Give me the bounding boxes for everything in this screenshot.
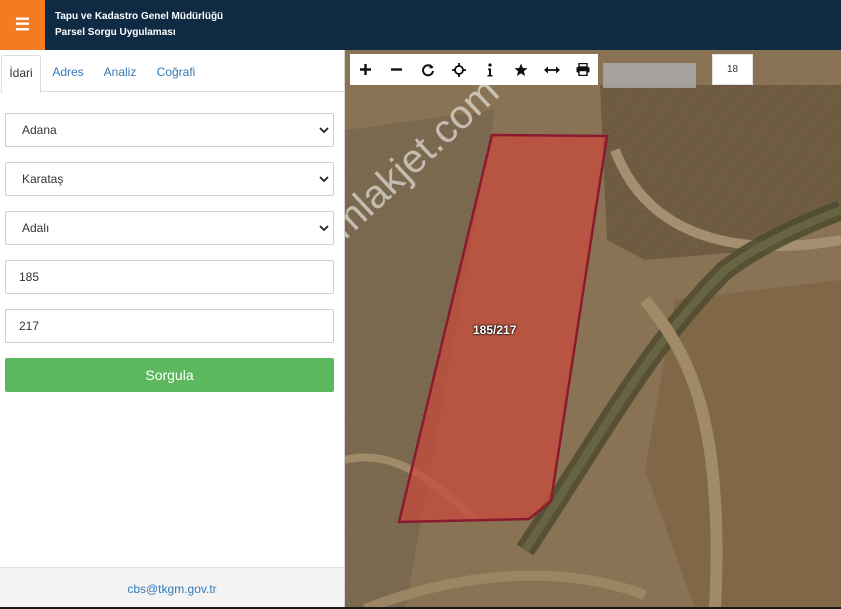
contact-footer: cbs@tkgm.gov.tr (0, 567, 344, 609)
print-icon[interactable] (567, 54, 598, 85)
hamburger-icon[interactable]: ☰ (0, 0, 45, 50)
star-icon[interactable] (505, 54, 536, 85)
parcel-label: 185/217 (473, 323, 517, 337)
map-view[interactable]: emlakjet.com 185/217 18 (345, 50, 841, 609)
app-title-line2: Parsel Sorgu Uygulaması (55, 27, 176, 38)
parcel-input[interactable]: 217 (5, 309, 334, 343)
app-title: Tapu ve Kadastro Genel Müdürlüğü Parsel … (55, 9, 223, 41)
district-select[interactable]: Karataş (5, 162, 334, 196)
tab-idari[interactable]: İdari (1, 55, 41, 93)
province-select[interactable]: Adana (5, 113, 334, 147)
coordinate-readout-box (603, 63, 696, 88)
query-panel: İdari Adres Analiz Coğrafi Adana Karataş… (0, 50, 345, 609)
query-button[interactable]: Sorgula (5, 358, 334, 392)
app-title-line1: Tapu ve Kadastro Genel Müdürlüğü (55, 11, 224, 22)
info-icon[interactable] (474, 54, 505, 85)
block-input[interactable]: 185 (5, 260, 334, 294)
chevron-down-icon (319, 176, 329, 183)
block-input-value: 185 (19, 270, 40, 284)
neighborhood-select-value: Adalı (22, 221, 50, 235)
tab-adres[interactable]: Adres (48, 55, 88, 92)
parcel-input-value: 217 (19, 319, 40, 333)
contact-email-link[interactable]: cbs@tkgm.gov.tr (127, 582, 216, 596)
app-header: ☰ Tapu ve Kadastro Genel Müdürlüğü Parse… (0, 0, 841, 50)
tab-bar: İdari Adres Analiz Coğrafi (0, 50, 344, 93)
neighborhood-select[interactable]: Adalı (5, 211, 334, 245)
zoom-in-icon[interactable] (350, 54, 381, 85)
zoom-level-display: 18 (712, 54, 753, 85)
measure-icon[interactable] (536, 54, 567, 85)
chevron-down-icon (319, 225, 329, 232)
map-toolbar (350, 54, 598, 85)
chevron-down-icon (319, 127, 329, 134)
locate-icon[interactable] (443, 54, 474, 85)
province-select-value: Adana (22, 123, 57, 137)
tab-cografi[interactable]: Coğrafi (152, 55, 200, 92)
district-select-value: Karataş (22, 172, 64, 186)
zoom-out-icon[interactable] (381, 54, 412, 85)
tab-analiz[interactable]: Analiz (99, 55, 141, 92)
refresh-icon[interactable] (412, 54, 443, 85)
